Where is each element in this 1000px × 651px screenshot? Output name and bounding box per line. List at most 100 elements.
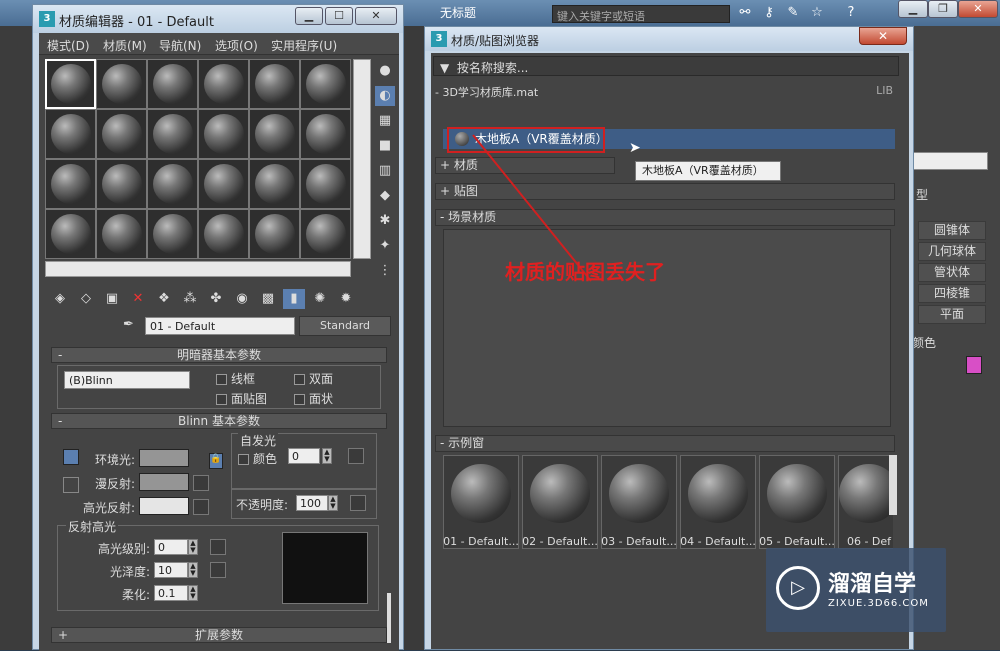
lock-diffuse-specular-icon[interactable] <box>63 477 79 493</box>
go-forward-sibling-icon[interactable]: ✹ <box>335 289 357 309</box>
glossiness-spinner[interactable]: ▲ ▼ <box>188 562 198 578</box>
material-type-button[interactable]: Standard <box>299 316 391 336</box>
copy-material-icon[interactable]: ❖ <box>153 289 175 309</box>
sample-slot[interactable] <box>249 209 300 259</box>
uv-tiling-icon[interactable]: ■ <box>375 136 395 156</box>
create-geosphere-button[interactable]: 几何球体 <box>918 242 986 261</box>
diffuse-color-swatch[interactable] <box>139 473 189 491</box>
sample-slot[interactable] <box>45 59 96 109</box>
sample-slot[interactable] <box>147 59 198 109</box>
video-color-check-icon[interactable]: ▥ <box>375 161 395 181</box>
app-restore-button[interactable]: ❐ <box>928 0 958 18</box>
sample-slot[interactable] <box>96 159 147 209</box>
put-to-library-icon[interactable]: ✤ <box>205 289 227 309</box>
params-scrollbar[interactable] <box>387 593 391 643</box>
eyedropper-icon[interactable]: ✒ <box>123 317 134 332</box>
two-sided-checkbox[interactable]: 双面 <box>294 370 333 387</box>
specular-map-button[interactable] <box>193 499 209 515</box>
menu-utilities[interactable]: 实用程序(U) <box>271 37 337 54</box>
sample-slot[interactable] <box>147 209 198 259</box>
sample-slot[interactable] <box>198 209 249 259</box>
extended-params-rollout-header[interactable]: + 扩展参数 <box>51 627 387 643</box>
sample-type-icon[interactable]: ● <box>375 61 395 81</box>
show-map-in-viewport-icon[interactable]: ▩ <box>257 289 279 309</box>
help-icon[interactable]: ? <box>842 5 860 21</box>
options-icon[interactable]: ✱ <box>375 211 395 231</box>
object-color-swatch[interactable] <box>966 356 982 374</box>
browser-close-button[interactable]: ✕ <box>859 27 907 45</box>
diffuse-map-button[interactable] <box>193 475 209 491</box>
create-pyramid-button[interactable]: 四棱锥 <box>918 284 986 303</box>
self-illum-color-checkbox[interactable]: 颜色 <box>238 450 277 467</box>
menu-mode[interactable]: 模式(D) <box>47 37 90 54</box>
sample-slot[interactable] <box>198 109 249 159</box>
sample-slot-card[interactable]: 03 - Default... <box>601 455 677 549</box>
help-search-input[interactable]: 键入关键字或短语 <box>552 5 730 23</box>
get-material-icon[interactable]: ◈ <box>49 289 71 309</box>
create-cone-button[interactable]: 圆锥体 <box>918 221 986 240</box>
med-close-button[interactable]: ✕ <box>355 7 397 25</box>
sample-slot[interactable] <box>147 109 198 159</box>
opacity-map-button[interactable] <box>350 495 366 511</box>
samples-scrollbar[interactable] <box>889 455 897 515</box>
backlight-icon[interactable]: ◐ <box>375 86 395 106</box>
material-editor-titlebar[interactable]: 3 材质编辑器 - 01 - Default ▁ ☐ ✕ <box>33 5 403 33</box>
put-to-scene-icon[interactable]: ◇ <box>75 289 97 309</box>
faceted-checkbox[interactable]: 面状 <box>294 390 333 407</box>
select-by-material-icon[interactable]: ✦ <box>375 236 395 256</box>
sample-slot-card[interactable]: 05 - Default... <box>759 455 835 549</box>
specular-level-value[interactable]: 0 <box>154 539 188 555</box>
menu-material[interactable]: 材质(M) <box>103 37 147 54</box>
med-maximize-button[interactable]: ☐ <box>325 7 353 25</box>
sample-slot[interactable] <box>45 159 96 209</box>
slots-horizontal-scrollbar[interactable] <box>45 261 351 277</box>
sample-slot-card[interactable]: 04 - Default... <box>680 455 756 549</box>
menu-navigation[interactable]: 导航(N) <box>159 37 201 54</box>
self-illum-spinner[interactable]: ▲ ▼ <box>322 448 332 464</box>
wire-checkbox[interactable]: 线框 <box>216 370 255 387</box>
sample-slot[interactable] <box>198 159 249 209</box>
specular-color-swatch[interactable] <box>139 497 189 515</box>
sample-slot[interactable] <box>96 59 147 109</box>
sample-slot[interactable] <box>147 159 198 209</box>
med-minimize-button[interactable]: ▁ <box>295 7 323 25</box>
sample-slot-card[interactable]: 06 - Def <box>838 455 893 549</box>
make-unique-icon[interactable]: ⁂ <box>179 289 201 309</box>
sample-slot[interactable] <box>45 209 96 259</box>
glossiness-map-button[interactable] <box>210 562 226 578</box>
sample-slot-card[interactable]: 01 - Default... <box>443 455 519 549</box>
assign-to-selection-icon[interactable]: ▣ <box>101 289 123 309</box>
binoculars-icon[interactable]: ⚯ <box>736 5 754 21</box>
face-map-checkbox[interactable]: 面贴图 <box>216 390 267 407</box>
sample-slot[interactable] <box>249 59 300 109</box>
self-illum-value[interactable]: 0 <box>288 448 320 464</box>
opacity-value[interactable]: 100 <box>296 495 328 511</box>
sample-slot[interactable] <box>45 109 96 159</box>
app-minimize-button[interactable]: ▁ <box>898 0 928 18</box>
ambient-color-swatch[interactable] <box>139 449 189 467</box>
slots-vertical-scrollbar[interactable] <box>353 59 371 259</box>
material-browser-titlebar[interactable]: 3 材质/贴图浏览器 ✕ <box>425 27 913 51</box>
sample-slot[interactable] <box>300 59 351 109</box>
specular-level-spinner[interactable]: ▲ ▼ <box>188 539 198 555</box>
shader-type-dropdown[interactable]: (B)Blinn <box>64 371 190 389</box>
key-icon[interactable]: ⚷ <box>760 5 778 21</box>
soften-value[interactable]: 0.1 <box>154 585 188 601</box>
self-illum-map-button[interactable] <box>348 448 364 464</box>
sample-slot[interactable] <box>198 59 249 109</box>
app-close-button[interactable]: ✕ <box>958 0 998 18</box>
lock-ambient-diffuse-icon[interactable] <box>63 449 79 465</box>
create-plane-button[interactable]: 平面 <box>918 305 986 324</box>
reset-map-icon[interactable]: ✕ <box>127 289 149 309</box>
sample-slot[interactable] <box>300 209 351 259</box>
create-tube-button[interactable]: 管状体 <box>918 263 986 282</box>
glossiness-value[interactable]: 10 <box>154 562 188 578</box>
category-sample-slots[interactable]: - 示例窗 <box>435 435 895 452</box>
sample-slot[interactable] <box>96 109 147 159</box>
lock-icon[interactable]: 🔒 <box>209 453 223 469</box>
specular-level-map-button[interactable] <box>210 539 226 555</box>
sample-slot-card[interactable]: 02 - Default... <box>522 455 598 549</box>
soften-spinner[interactable]: ▲ ▼ <box>188 585 198 601</box>
sample-slot[interactable] <box>300 109 351 159</box>
material-name-field[interactable]: 01 - Default <box>145 317 295 335</box>
